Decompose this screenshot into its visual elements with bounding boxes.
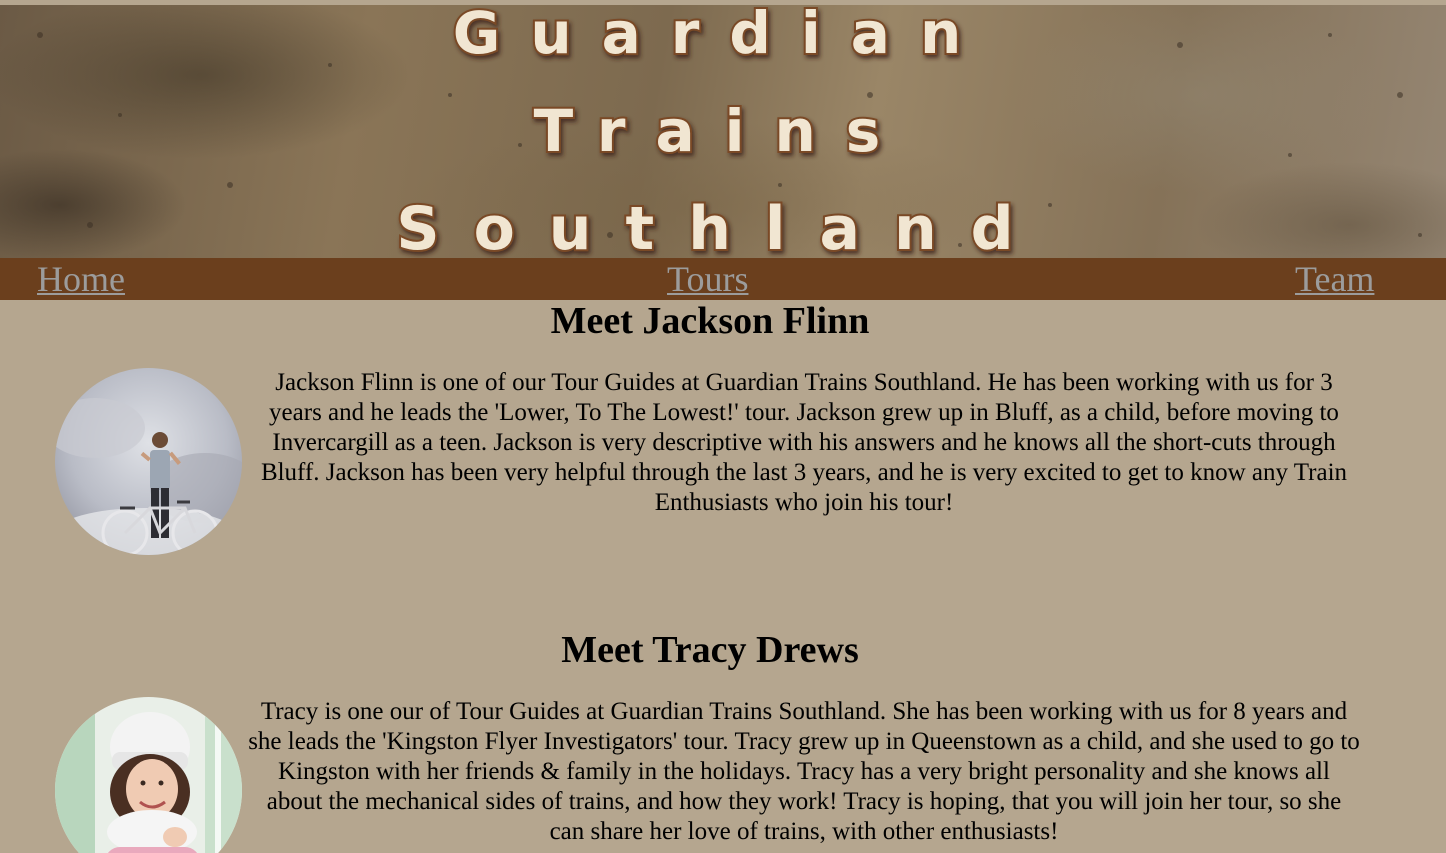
banner-title-art: Guardian Trains Southland (37, 5, 1422, 258)
nav-link-team[interactable]: Team (1295, 258, 1374, 300)
avatar-jackson (55, 368, 242, 555)
member-heading-jackson: Meet Jackson Flinn (550, 300, 870, 342)
avatar-jackson-image (55, 368, 242, 555)
member-bio-jackson: Jackson Flinn is one of our Tour Guides … (260, 369, 1348, 516)
site-banner: Guardian Trains Southland (0, 5, 1446, 258)
avatar-tracy-image (55, 697, 242, 853)
avatar-tracy (55, 697, 242, 853)
nav-bar: Home Tours Team (0, 258, 1446, 300)
banner-line-1: Guardian (453, 5, 991, 67)
member-bio-tracy: Tracy is one our of Tour Guides at Guard… (248, 698, 1360, 845)
page: Guardian Trains Southland Home Tours Tea… (0, 0, 1446, 853)
banner-line-3: Southland (396, 194, 1047, 258)
banner-line-2: Trains (534, 97, 911, 165)
nav-link-tours[interactable]: Tours (667, 258, 748, 300)
nav-link-home[interactable]: Home (37, 258, 125, 300)
member-heading-tracy: Meet Tracy Drews (561, 629, 859, 671)
